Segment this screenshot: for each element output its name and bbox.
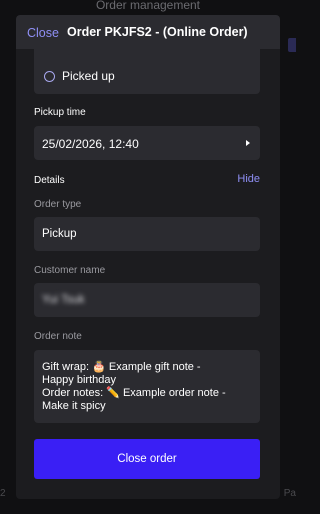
order-note-line-3: Order notes: ✏️ Example order note - [42, 387, 256, 400]
order-note-field: Gift wrap: 🎂 Example gift note - Happy b… [34, 350, 260, 423]
pickup-time-label: Pickup time [34, 107, 86, 118]
gift-note-text: Example gift note - [105, 361, 201, 373]
close-order-button[interactable]: Close order [34, 439, 260, 479]
order-type-label: Order type [34, 199, 82, 210]
order-type-value: Pickup [42, 228, 77, 240]
order-notes-prefix: Order notes: [42, 387, 107, 399]
close-modal-link[interactable]: Close [27, 26, 59, 40]
pickup-time-select[interactable]: 25/02/2026, 12:40 [34, 126, 260, 160]
pickup-time-value: 25/02/2026, 12:40 [42, 137, 139, 151]
details-label: Details [34, 175, 65, 186]
order-note-line-1: Gift wrap: 🎂 Example gift note - [42, 361, 256, 374]
order-note-label: Order note [34, 331, 82, 342]
background-edge-tab [288, 38, 296, 52]
hide-details-link[interactable]: Hide [237, 173, 260, 185]
order-type-field: Pickup [34, 217, 260, 251]
modal-title: Order PKJFS2 - (Online Order) [67, 25, 248, 39]
background-right-mark: Pa [283, 488, 296, 499]
background-left-mark: 2 [0, 488, 6, 499]
modal-header: Close Order PKJFS2 - (Online Order) [16, 15, 280, 49]
order-note-line-4: Make it spicy [42, 400, 106, 412]
customer-name-value: Yui Tsuk [42, 294, 85, 306]
customer-name-field: Yui Tsuk [34, 283, 260, 317]
order-note-example-text: Example order note - [119, 387, 226, 399]
pencil-icon: ✏️ [106, 387, 120, 399]
gift-wrap-prefix: Gift wrap: [42, 361, 93, 373]
order-note-text: Gift wrap: 🎂 Example gift note - Happy b… [42, 361, 256, 413]
cake-icon: 🎂 [92, 361, 106, 373]
status-option-label: Picked up [62, 69, 115, 83]
background-page-title: Order management [95, 0, 201, 12]
order-modal: Close Order PKJFS2 - (Online Order) Pick… [16, 15, 280, 499]
status-option-picked-up[interactable]: Picked up [34, 49, 260, 94]
caret-right-icon [246, 140, 250, 146]
order-note-line-2: Happy birthday [42, 374, 116, 386]
radio-icon[interactable] [44, 71, 55, 82]
customer-name-label: Customer name [34, 265, 106, 276]
